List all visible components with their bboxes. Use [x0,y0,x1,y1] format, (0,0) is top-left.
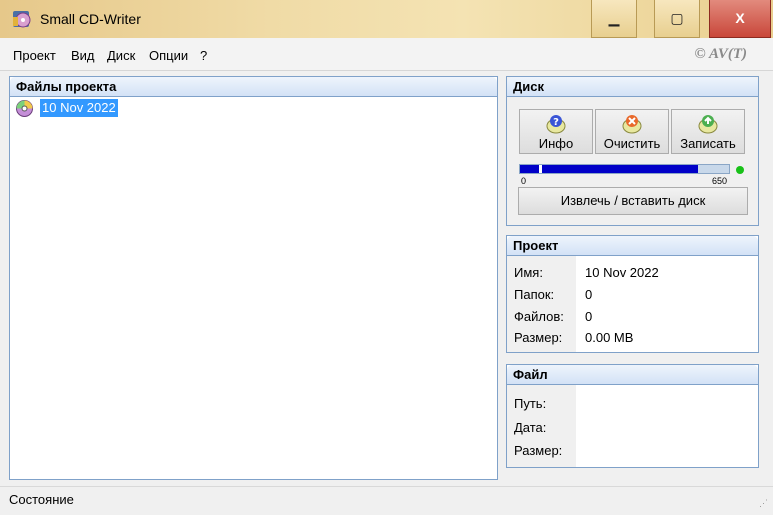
info-button-label: Инфо [538,136,574,151]
file-panel-title: Файл [507,365,758,385]
copyright-label: © AV(T) [694,46,747,62]
svg-text:?: ? [553,117,559,128]
close-icon: X [735,10,745,26]
file-size-label: Размер: [514,443,563,458]
project-files-title: Файлы проекта [10,77,497,97]
title-bar[interactable]: Small CD-Writer ▁ ▢ X [0,0,773,38]
list-item-label: 10 Nov 2022 [40,99,118,117]
minimize-icon: ▁ [608,10,620,26]
resize-grip-icon[interactable]: ⋰ [759,499,769,511]
file-path-label: Путь: [514,396,547,411]
erase-button-label: Очистить [603,136,661,151]
project-files-value: 0 [585,309,593,324]
project-name-value: 10 Nov 2022 [585,265,659,280]
status-text: Состояние [9,492,74,507]
project-panel-title: Проект [507,236,758,256]
app-icon [13,11,31,28]
cd-icon [16,100,33,117]
project-size-label: Размер: [514,330,563,345]
menu-disk[interactable]: Диск [107,48,135,63]
menu-project[interactable]: Проект [13,48,56,63]
project-folders-value: 0 [585,287,593,302]
menu-help[interactable]: ? [200,48,207,63]
menu-bar: Проект Вид Диск Опции ? © AV(T) [0,38,773,71]
erase-disc-icon [622,115,642,134]
project-size-value: 0.00 MB [585,330,634,345]
project-files-panel[interactable]: Файлы проекта 10 Nov 2022 [9,76,498,480]
info-disc-icon: ? [546,115,566,134]
burn-button-label: Записать [680,136,736,151]
project-name-label: Имя: [514,265,543,280]
window-title: Small CD-Writer [40,11,141,27]
menu-view[interactable]: Вид [71,48,95,63]
project-files-label: Файлов: [514,309,564,324]
info-button[interactable]: ? Инфо [519,109,593,154]
disk-capacity-bar [519,164,730,174]
file-date-label: Дата: [514,420,547,435]
burn-button[interactable]: Записать [671,109,745,154]
burn-disc-icon [698,115,718,134]
maximize-icon: ▢ [670,10,684,26]
erase-button[interactable]: Очистить [595,109,669,154]
close-button[interactable]: X [709,0,771,38]
eject-insert-button[interactable]: Извлечь / вставить диск [518,187,748,215]
menu-options[interactable]: Опции [149,48,188,63]
capacity-max-label: 650 [712,176,728,186]
capacity-marker [539,165,542,173]
project-folders-label: Папок: [514,287,555,302]
drive-status-led [736,166,744,174]
project-panel: Проект Имя: 10 Nov 2022 Папок: 0 Файлов:… [506,235,759,353]
disk-capacity-fill [520,165,698,173]
file-panel: Файл Путь: Дата: Размер: [506,364,759,468]
maximize-button[interactable]: ▢ [654,0,700,38]
disk-panel-title: Диск [507,77,758,97]
minimize-button[interactable]: ▁ [591,0,637,38]
status-bar: Состояние ⋰ [0,486,773,515]
capacity-min-label: 0 [521,176,527,186]
